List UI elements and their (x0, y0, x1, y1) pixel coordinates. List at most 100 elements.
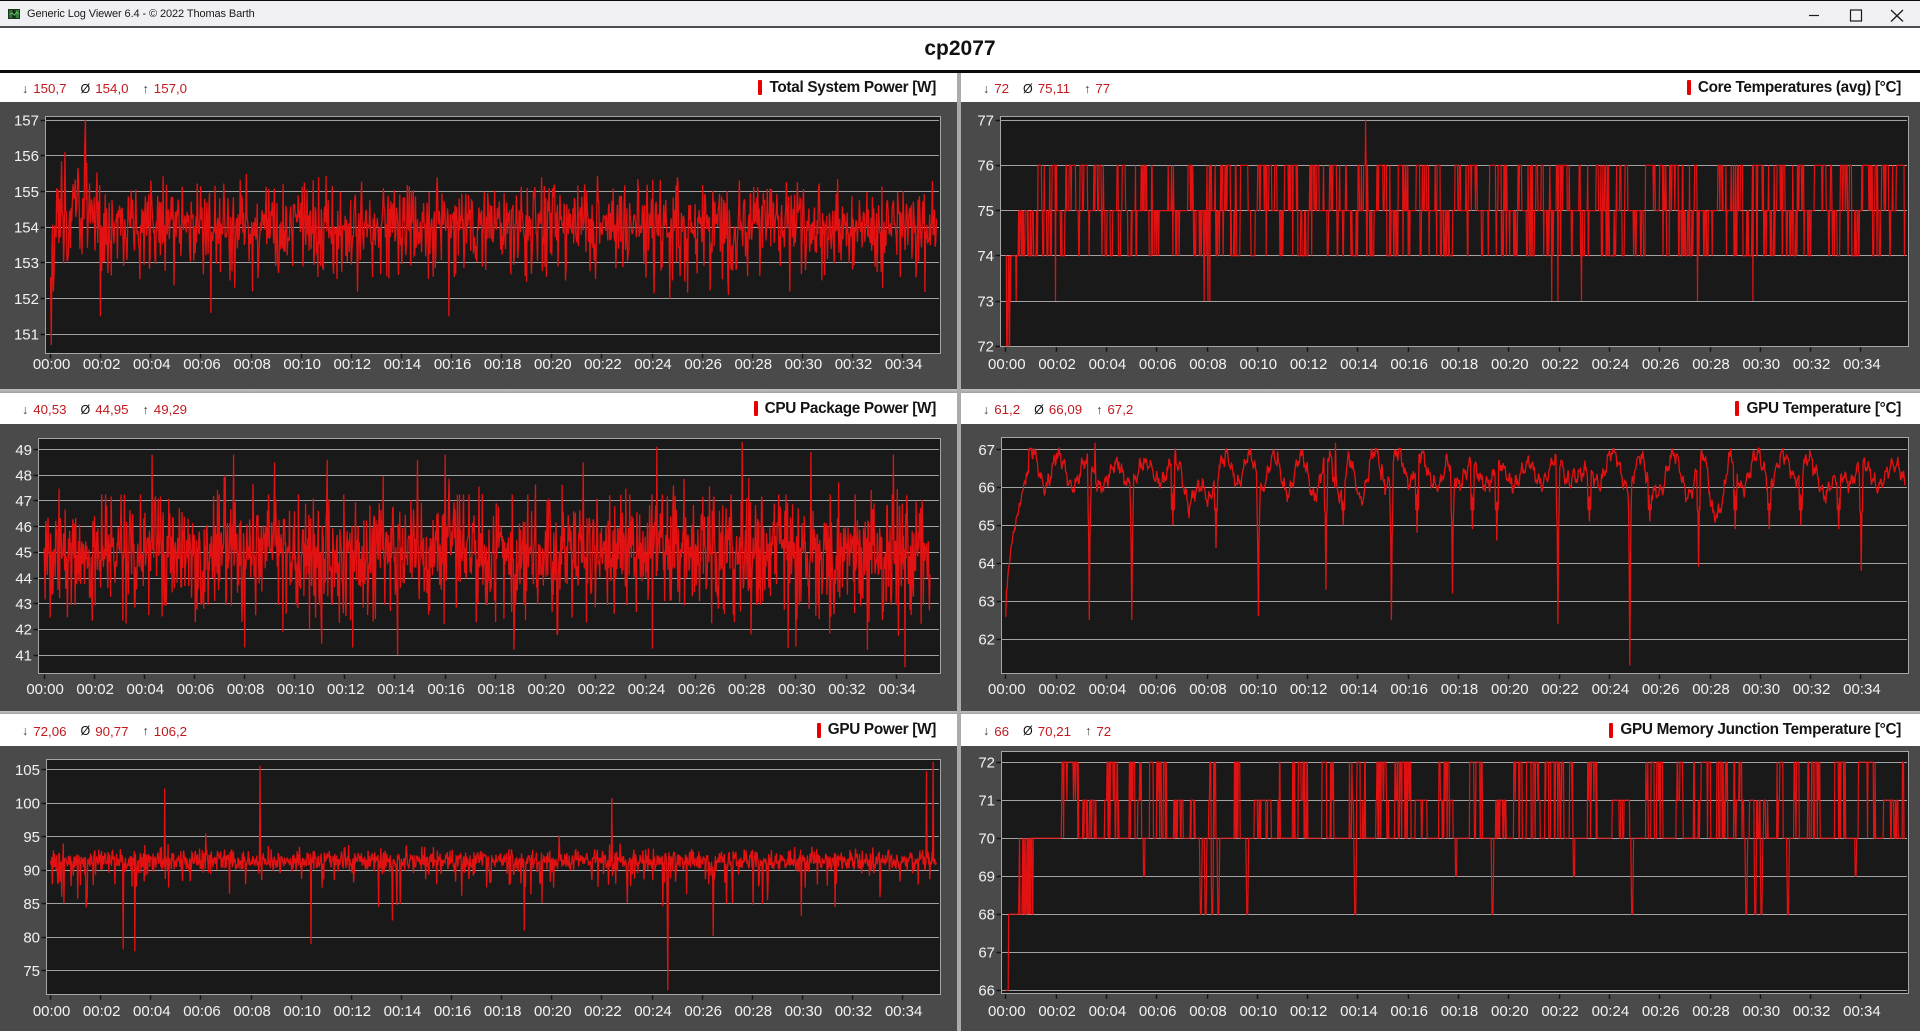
svg-text:00:02: 00:02 (76, 681, 114, 698)
svg-text:00:16: 00:16 (427, 681, 465, 698)
svg-text:47: 47 (15, 493, 32, 510)
svg-text:00:20: 00:20 (1491, 1003, 1529, 1020)
svg-text:00:32: 00:32 (1793, 1003, 1831, 1020)
svg-text:42: 42 (15, 622, 32, 639)
svg-text:00:08: 00:08 (233, 1003, 271, 1020)
svg-text:00:00: 00:00 (988, 1003, 1026, 1020)
svg-text:00:18: 00:18 (484, 356, 522, 373)
svg-text:00:00: 00:00 (988, 356, 1026, 373)
svg-text:49: 49 (15, 442, 32, 459)
svg-text:00:10: 00:10 (1240, 1003, 1278, 1020)
svg-text:154: 154 (14, 220, 39, 237)
svg-text:80: 80 (23, 930, 40, 947)
svg-text:00:20: 00:20 (1491, 356, 1529, 373)
svg-text:90: 90 (23, 863, 40, 880)
svg-text:157: 157 (14, 113, 39, 130)
svg-text:152: 152 (14, 291, 39, 308)
svg-text:72: 72 (977, 339, 994, 356)
svg-text:153: 153 (14, 255, 39, 272)
svg-text:00:00: 00:00 (33, 356, 71, 373)
svg-text:151: 151 (14, 327, 39, 344)
svg-text:00:02: 00:02 (1038, 356, 1076, 373)
svg-text:00:20: 00:20 (1491, 681, 1529, 698)
svg-text:00:06: 00:06 (183, 356, 221, 373)
svg-text:74: 74 (977, 248, 994, 265)
svg-text:00:22: 00:22 (1541, 356, 1579, 373)
svg-text:00:22: 00:22 (578, 681, 616, 698)
svg-text:44: 44 (15, 570, 32, 587)
svg-text:00:12: 00:12 (1290, 681, 1328, 698)
svg-text:00:24: 00:24 (628, 681, 666, 698)
svg-text:00:12: 00:12 (334, 356, 372, 373)
svg-text:45: 45 (15, 545, 32, 562)
svg-text:00:18: 00:18 (1441, 681, 1479, 698)
svg-text:00:28: 00:28 (1692, 1003, 1730, 1020)
svg-text:00:20: 00:20 (534, 356, 572, 373)
svg-text:00:32: 00:32 (1793, 356, 1831, 373)
svg-text:00:06: 00:06 (1139, 681, 1177, 698)
svg-text:00:32: 00:32 (1793, 681, 1831, 698)
svg-text:00:28: 00:28 (735, 356, 773, 373)
svg-text:75: 75 (23, 963, 40, 980)
svg-text:00:30: 00:30 (785, 356, 823, 373)
svg-text:69: 69 (978, 869, 995, 886)
svg-text:00:06: 00:06 (1139, 356, 1177, 373)
svg-text:00:04: 00:04 (127, 681, 165, 698)
svg-text:00:26: 00:26 (1642, 681, 1680, 698)
svg-text:65: 65 (978, 518, 995, 535)
svg-text:00:00: 00:00 (33, 1003, 71, 1020)
svg-text:00:26: 00:26 (678, 681, 716, 698)
svg-text:00:16: 00:16 (1390, 356, 1428, 373)
svg-text:00:18: 00:18 (1441, 1003, 1479, 1020)
svg-text:00:28: 00:28 (728, 681, 766, 698)
svg-text:00:06: 00:06 (177, 681, 215, 698)
svg-text:100: 100 (15, 796, 40, 813)
svg-text:75: 75 (977, 203, 994, 220)
svg-text:00:12: 00:12 (1290, 1003, 1328, 1020)
svg-text:00:24: 00:24 (634, 356, 672, 373)
svg-text:00:10: 00:10 (283, 1003, 321, 1020)
svg-text:00:20: 00:20 (528, 681, 566, 698)
svg-text:72: 72 (978, 755, 995, 772)
svg-text:00:04: 00:04 (1089, 681, 1127, 698)
svg-text:00:30: 00:30 (1743, 681, 1781, 698)
svg-text:00:28: 00:28 (1692, 356, 1730, 373)
svg-text:00:14: 00:14 (1340, 356, 1378, 373)
svg-text:00:26: 00:26 (1642, 1003, 1680, 1020)
svg-text:00:34: 00:34 (878, 681, 916, 698)
svg-text:00:32: 00:32 (828, 681, 866, 698)
svg-text:85: 85 (23, 896, 40, 913)
svg-text:00:04: 00:04 (133, 1003, 171, 1020)
svg-text:00:04: 00:04 (133, 356, 171, 373)
svg-text:71: 71 (978, 793, 995, 810)
svg-text:00:24: 00:24 (1592, 1003, 1630, 1020)
svg-text:00:22: 00:22 (584, 1003, 622, 1020)
svg-text:00:12: 00:12 (334, 1003, 372, 1020)
svg-text:00:34: 00:34 (1843, 681, 1881, 698)
svg-text:00:32: 00:32 (835, 1003, 873, 1020)
svg-text:00:30: 00:30 (778, 681, 816, 698)
svg-text:41: 41 (15, 647, 32, 664)
svg-text:62: 62 (978, 631, 995, 648)
svg-text:00:08: 00:08 (1189, 356, 1227, 373)
svg-text:00:02: 00:02 (1038, 1003, 1076, 1020)
svg-text:00:10: 00:10 (277, 681, 315, 698)
svg-text:00:10: 00:10 (1240, 356, 1278, 373)
svg-text:00:34: 00:34 (885, 356, 923, 373)
svg-text:00:12: 00:12 (327, 681, 365, 698)
svg-text:00:02: 00:02 (1038, 681, 1076, 698)
svg-text:105: 105 (15, 762, 40, 779)
svg-text:00:30: 00:30 (1743, 356, 1781, 373)
svg-text:00:06: 00:06 (183, 1003, 221, 1020)
svg-text:68: 68 (978, 907, 995, 924)
svg-text:00:04: 00:04 (1089, 356, 1127, 373)
svg-text:00:32: 00:32 (835, 356, 873, 373)
svg-text:43: 43 (15, 596, 32, 613)
svg-text:00:08: 00:08 (1189, 681, 1227, 698)
svg-text:66: 66 (978, 983, 995, 1000)
svg-text:00:24: 00:24 (634, 1003, 672, 1020)
svg-text:00:14: 00:14 (384, 1003, 422, 1020)
svg-text:00:10: 00:10 (1240, 681, 1278, 698)
svg-text:00:00: 00:00 (26, 681, 64, 698)
svg-text:00:22: 00:22 (1541, 1003, 1579, 1020)
